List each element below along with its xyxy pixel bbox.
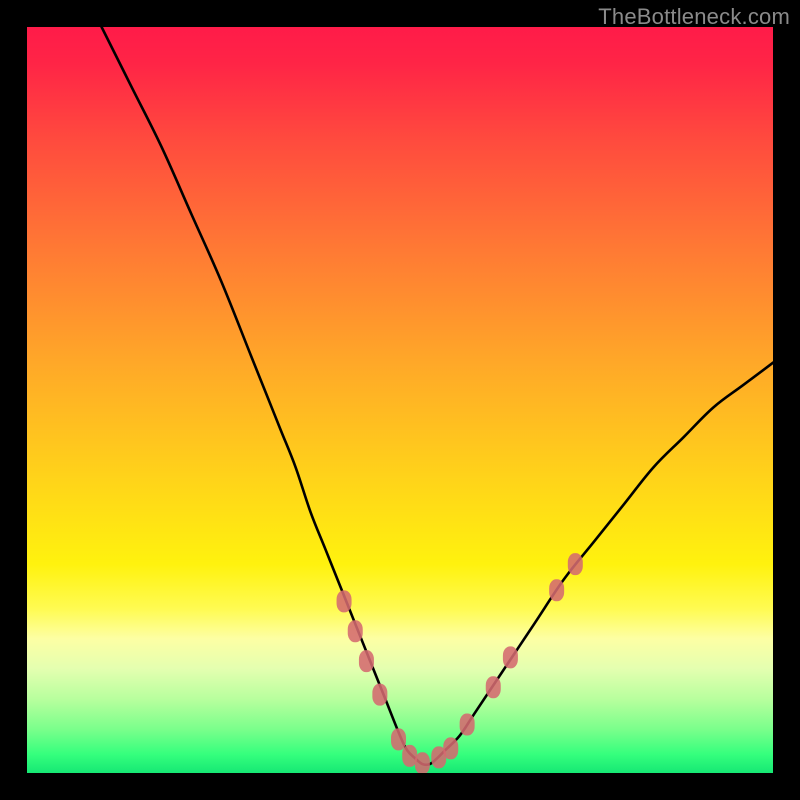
highlight-marker bbox=[359, 650, 374, 672]
highlight-marker bbox=[460, 714, 475, 736]
highlight-marker bbox=[549, 579, 564, 601]
highlight-marker bbox=[503, 646, 518, 668]
highlight-marker bbox=[391, 728, 406, 750]
highlight-marker bbox=[443, 737, 458, 759]
highlight-marker bbox=[348, 620, 363, 642]
highlight-marker bbox=[372, 684, 387, 706]
curve-layer bbox=[27, 27, 773, 773]
outer-frame: TheBottleneck.com bbox=[0, 0, 800, 800]
bottleneck-curve bbox=[102, 27, 773, 765]
plot-area bbox=[27, 27, 773, 773]
highlight-marker bbox=[486, 676, 501, 698]
highlight-marker bbox=[337, 590, 352, 612]
highlight-markers bbox=[337, 553, 583, 773]
watermark-text: TheBottleneck.com bbox=[598, 4, 790, 30]
highlight-marker bbox=[568, 553, 583, 575]
highlight-marker bbox=[415, 752, 430, 773]
